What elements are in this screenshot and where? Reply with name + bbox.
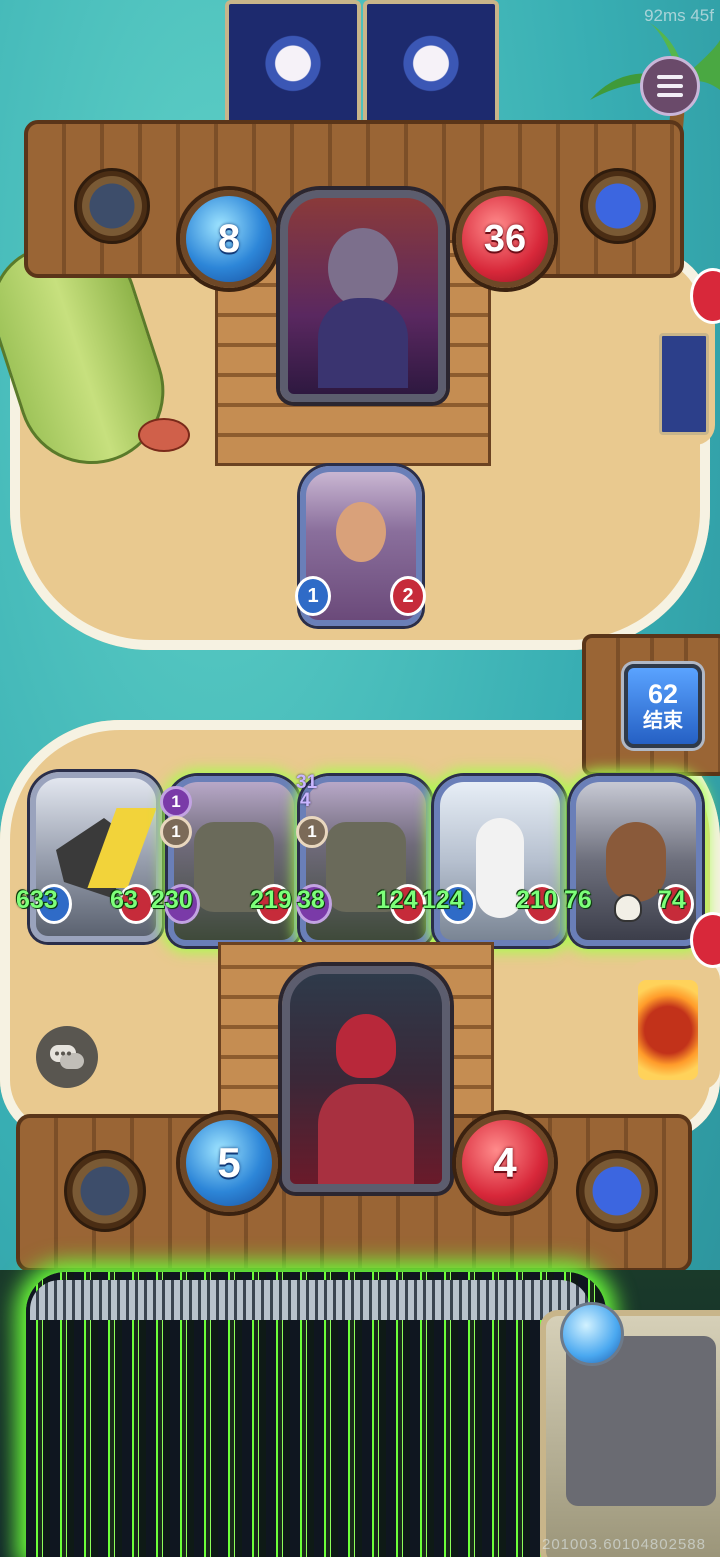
minion-badge-value: 1 (171, 792, 181, 811)
opponent-card-back (225, 0, 361, 140)
opponent-minion-face (336, 502, 386, 562)
opponent-deck (659, 333, 709, 435)
player-hero-hood (336, 1014, 396, 1078)
player-deck[interactable] (638, 980, 698, 1080)
debug-overlay: 92ms 45f (644, 6, 714, 25)
minion-badge-value: 1 (171, 822, 181, 841)
opponent-deck-area (635, 305, 715, 445)
minion-health: 124 (376, 886, 418, 914)
opponent-hero-power-slot[interactable] (74, 168, 150, 244)
menu-button[interactable] (640, 56, 700, 116)
minion-badge: 1 (160, 786, 192, 818)
minion-attack: 633 (16, 886, 58, 914)
menu-icon (657, 84, 683, 88)
chat-button[interactable] (36, 1026, 98, 1088)
opponent-card-back (363, 0, 499, 140)
player-hero-body (318, 1084, 414, 1184)
player-weapon-slot[interactable] (576, 1150, 658, 1232)
opponent-hero-portrait[interactable] (280, 190, 446, 402)
opponent-minion-health: 2 (390, 576, 426, 616)
end-turn-label: 结束 (643, 710, 683, 732)
card-mana-gem (560, 1302, 624, 1366)
opponent-mana-value: 8 (217, 216, 241, 261)
minion-health: 219 (250, 886, 292, 914)
minion-badge-value: 1 (307, 822, 317, 841)
minion-art (606, 822, 666, 902)
player-mana-orb: 5 (180, 1114, 278, 1212)
opponent-mana-orb: 8 (180, 190, 278, 288)
crab-icon (138, 418, 190, 452)
minion-badge: 1 (160, 816, 192, 848)
chat-icon (50, 1045, 84, 1069)
opponent-health-value: 36 (483, 217, 527, 260)
opponent-minion-health-value: 2 (402, 584, 414, 607)
build-version: 201003.60104802588 (542, 1536, 706, 1553)
game-board: 8 36 1 2 62 结束 1 1 31 4 1 633 63 230 219… (0, 0, 720, 1557)
player-hero-portrait[interactable] (282, 966, 450, 1192)
player-mana-value: 5 (217, 1139, 241, 1186)
minion-attack: 124 (422, 886, 464, 914)
opponent-health-heart: 36 (456, 190, 554, 288)
opponent-hero-figure (328, 228, 398, 308)
player-health-value: 4 (493, 1139, 517, 1186)
player-deck-area (628, 960, 720, 1090)
skull-icon (614, 894, 642, 922)
minion-attack: 38 (297, 886, 325, 914)
opponent-weapon-slot[interactable] (580, 168, 656, 244)
menu-icon (657, 93, 683, 97)
turn-timer: 62 (647, 679, 679, 709)
opponent-hero-body (318, 298, 408, 388)
minion-health: 210 (516, 886, 558, 914)
minion-badge: 1 (296, 816, 328, 848)
player-hero-power-slot[interactable] (64, 1150, 146, 1232)
end-turn-board: 62 结束 (582, 634, 720, 776)
hand-card-edges (30, 1280, 590, 1320)
minion-health: 63 (110, 886, 138, 914)
menu-icon (657, 75, 683, 79)
minion-attack: 76 (564, 886, 592, 914)
minion-badge-text: 4 (300, 790, 311, 811)
minion-health: 74 (658, 886, 686, 914)
minion-attack: 230 (151, 886, 193, 914)
player-health-heart: 4 (456, 1114, 554, 1212)
opponent-minion-attack-value: 1 (307, 584, 319, 607)
opponent-minion-attack: 1 (295, 576, 331, 616)
end-turn-button[interactable]: 62 结束 (624, 664, 702, 748)
